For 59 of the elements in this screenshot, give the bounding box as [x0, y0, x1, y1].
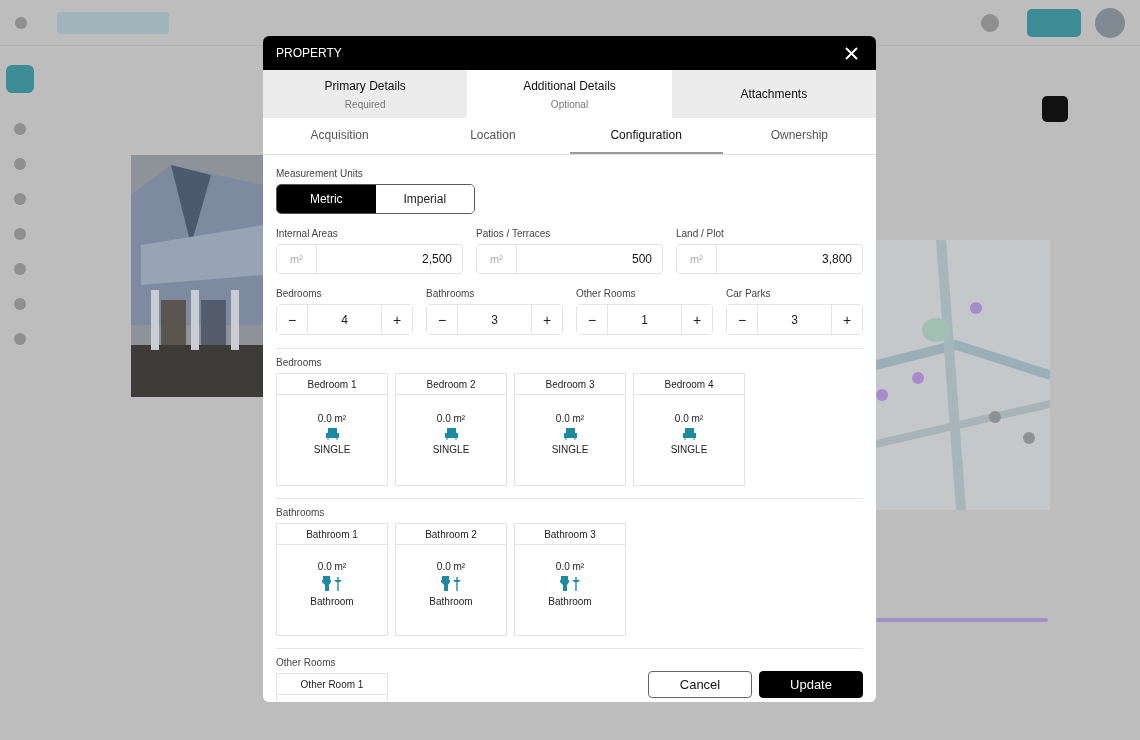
area-field[interactable]: m² 500 [476, 244, 663, 274]
room-name: Bedroom 3 [515, 374, 625, 395]
dialog-title: PROPERTY [276, 46, 342, 60]
room-card[interactable]: Bedroom 2 0.0 m² SINGLE [395, 373, 507, 486]
toilet-and-sink-icon [441, 576, 461, 592]
field-label: Other Rooms [576, 288, 637, 299]
room-card[interactable]: Bedroom 4 0.0 m² SINGLE [633, 373, 745, 486]
room-type: SINGLE [551, 444, 589, 455]
unit-option[interactable]: Metric [277, 185, 376, 213]
room-type: Bathroom [310, 596, 354, 607]
field-label: Car Parks [726, 288, 772, 299]
close-icon[interactable] [845, 46, 858, 60]
avatar-icon [1095, 7, 1125, 38]
room-card[interactable]: Bedroom 3 0.0 m² SINGLE [514, 373, 626, 486]
field-label: Measurement Units [276, 168, 364, 179]
room-card[interactable]: Bedroom 1 0.0 m² SINGLE [276, 373, 388, 486]
toilet-and-sink-icon [322, 576, 342, 592]
room-name: Bedroom 1 [277, 374, 387, 395]
section-title: Bedrooms [276, 357, 323, 368]
bed-icon [563, 428, 577, 440]
room-area: 0.0 m² [674, 413, 704, 424]
room-type: SINGLE [313, 444, 351, 455]
room-area: 0.0 m² [436, 561, 466, 572]
room-area: 0.0 m² [555, 561, 585, 572]
section-title: Other Rooms [276, 657, 337, 668]
room-name: Other Room 1 [277, 674, 387, 695]
toilet-and-sink-icon [560, 576, 580, 592]
room-card[interactable]: Bathroom 3 0.0 m² Bathroom [514, 523, 626, 636]
room-name: Bathroom 1 [277, 524, 387, 545]
room-type: SINGLE [670, 444, 708, 455]
room-area: 0.0 m² [555, 413, 585, 424]
update-button[interactable]: Update [759, 671, 863, 698]
bed-icon [325, 428, 339, 440]
room-name: Bedroom 4 [634, 374, 744, 395]
section-title: Bathrooms [276, 507, 326, 518]
area-field[interactable]: m² 2,500 [276, 244, 463, 274]
room-card[interactable]: Bathroom 1 0.0 m² Bathroom [276, 523, 388, 636]
bed-icon [444, 428, 458, 440]
field-label: Patios / Terraces [476, 228, 552, 239]
area-field[interactable]: m² 3,800 [676, 244, 863, 274]
room-area: 0.0 m² [317, 413, 347, 424]
room-card[interactable]: Other Room 1 [276, 673, 388, 702]
field-label: Internal Areas [276, 228, 339, 239]
step-tab[interactable]: Primary Details Required [263, 70, 468, 118]
step-tab[interactable]: Attachments [671, 70, 876, 118]
field-label: Bathrooms [426, 288, 476, 299]
room-type: Bathroom [429, 596, 473, 607]
bed-icon [682, 428, 696, 440]
field-label: Bedrooms [276, 288, 323, 299]
room-area: 0.0 m² [317, 561, 347, 572]
room-name: Bedroom 2 [396, 374, 506, 395]
field-label: Land / Plot [676, 228, 725, 239]
room-type: SINGLE [432, 444, 470, 455]
room-type: Bathroom [548, 596, 592, 607]
room-area: 0.0 m² [436, 413, 466, 424]
cancel-button[interactable]: Cancel [648, 671, 752, 698]
room-name: Bathroom 3 [515, 524, 625, 545]
room-card[interactable]: Bathroom 2 0.0 m² Bathroom [395, 523, 507, 636]
room-name: Bathroom 2 [396, 524, 506, 545]
